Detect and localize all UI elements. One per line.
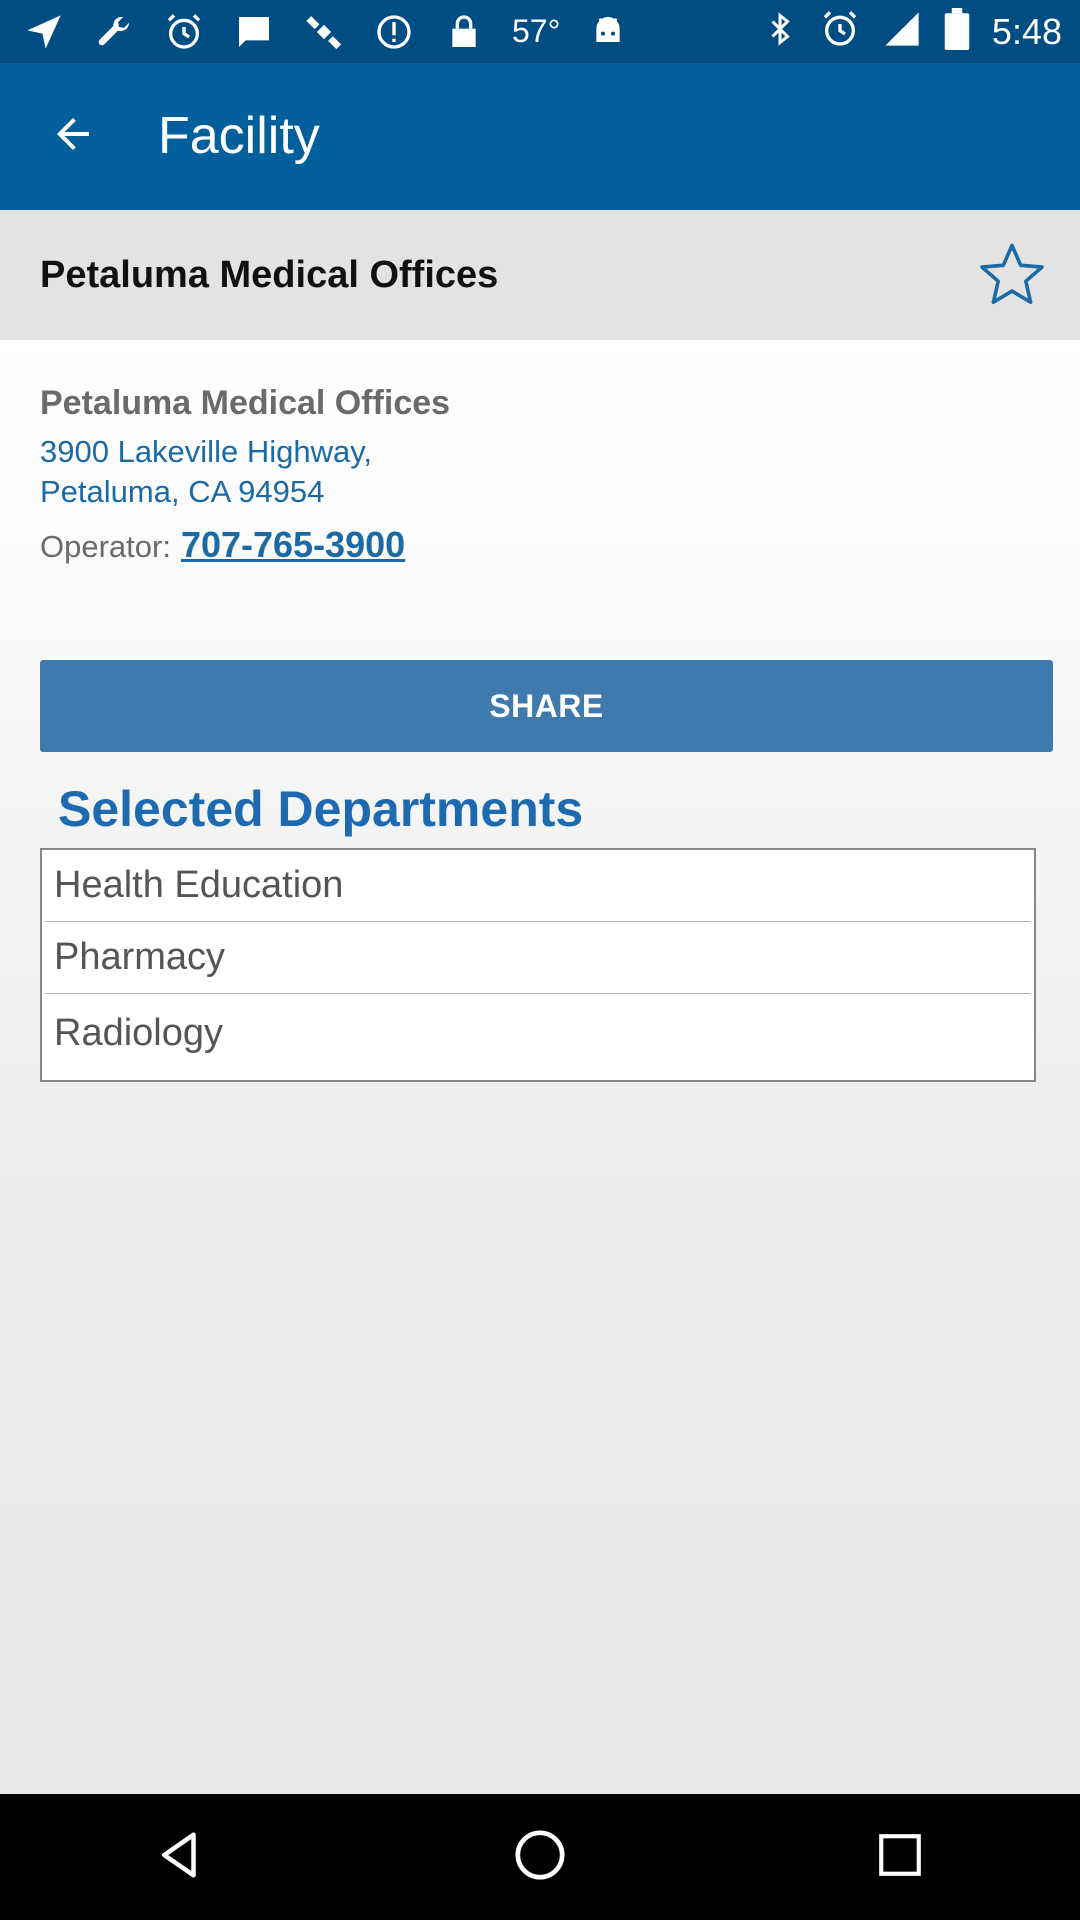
favorite-button[interactable]: [972, 236, 1052, 316]
lock-icon: [442, 10, 486, 54]
status-bar: 57° 5:48: [0, 0, 1080, 63]
temperature-text: 57°: [512, 13, 561, 49]
operator-row: Operator: 707-765-3900: [40, 524, 405, 566]
address-line-2: Petaluma, CA 94954: [40, 474, 325, 509]
circle-home-icon: [512, 1827, 568, 1888]
battery-icon: [944, 8, 970, 55]
department-item-health-education[interactable]: Health Education: [45, 850, 1031, 922]
triangle-back-icon: [153, 1828, 207, 1887]
alarm-icon: [820, 9, 860, 54]
share-button[interactable]: SHARE: [40, 660, 1053, 752]
status-icons-left: 57°: [0, 0, 630, 63]
facility-name: Petaluma Medical Offices: [40, 384, 451, 422]
square-recents-icon: [875, 1830, 925, 1885]
selected-departments-title: Selected Departments: [58, 781, 584, 837]
navigation-bar: [0, 1794, 1080, 1920]
arrow-back-icon: [49, 110, 97, 163]
back-button[interactable]: [30, 103, 116, 169]
nav-home-button[interactable]: [485, 1802, 595, 1912]
operator-phone-link[interactable]: 707-765-3900: [181, 524, 405, 566]
message-icon: [232, 10, 276, 54]
facility-header: Petaluma Medical Offices: [0, 210, 1080, 340]
departments-list: Health Education Pharmacy Radiology: [40, 848, 1036, 1082]
facility-details: Petaluma Medical Offices 3900 Lakeville …: [0, 340, 1080, 1794]
nav-recents-button[interactable]: [845, 1802, 955, 1912]
department-item-pharmacy[interactable]: Pharmacy: [45, 922, 1031, 994]
address-line-1: 3900 Lakeville Highway,: [40, 434, 373, 469]
android-icon: [586, 10, 630, 54]
page-title: Facility: [158, 107, 320, 165]
facility-address-link[interactable]: 3900 Lakeville Highway, Petaluma, CA 949…: [40, 432, 372, 512]
clock-text: 5:48: [991, 10, 1062, 52]
navigation-icon: [22, 10, 66, 54]
app-bar: Facility: [0, 63, 1080, 210]
satellite-icon: [302, 10, 346, 54]
alarm-icon: [162, 10, 206, 54]
wrench-icon: [92, 10, 136, 54]
facility-header-name: Petaluma Medical Offices: [40, 254, 499, 296]
signal-icon: [882, 9, 922, 54]
star-outline-icon: [976, 238, 1048, 315]
info-icon: [372, 10, 416, 54]
operator-label: Operator:: [40, 529, 171, 564]
bluetooth-icon: [762, 9, 798, 54]
nav-back-button[interactable]: [125, 1802, 235, 1912]
department-item-radiology[interactable]: Radiology: [45, 994, 1031, 1072]
status-icons-right: 5:48: [762, 0, 1080, 63]
